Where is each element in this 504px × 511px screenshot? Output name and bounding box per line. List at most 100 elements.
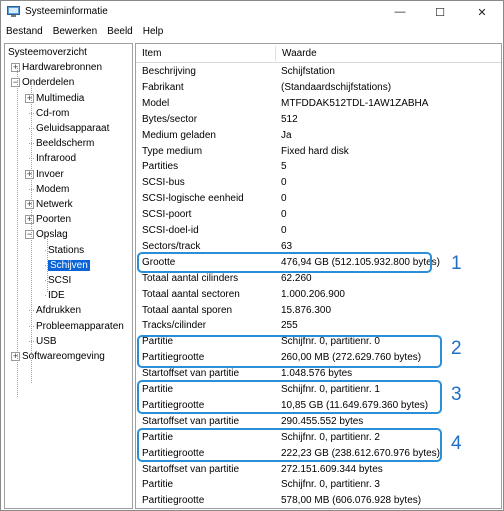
- menu-file[interactable]: Bestand: [1, 24, 48, 40]
- item-value: 5: [281, 161, 287, 173]
- item-value: (Standaardschijfstations): [281, 81, 392, 93]
- tree-item-label: Probleemapparaten: [36, 320, 124, 332]
- list-row[interactable]: SCSI-doel-id 0: [136, 223, 501, 239]
- tree-item-systeemoverzicht[interactable]: Systeemoverzicht: [8, 45, 87, 60]
- list-row[interactable]: Totaal aantal sporen 15.876.300: [136, 303, 501, 319]
- column-header-value[interactable]: Waarde: [276, 44, 317, 63]
- tree-item-label: Geluidsapparaat: [36, 123, 110, 134]
- expand-icon[interactable]: +: [25, 169, 34, 179]
- expand-icon[interactable]: +: [25, 200, 34, 209]
- item-name: SCSI-logische eenheid: [142, 193, 244, 205]
- tree-item-label: Beeldscherm: [36, 138, 95, 150]
- tree-guide-line: [47, 232, 48, 292]
- tree-item-poorten[interactable]: Poorten: [36, 212, 71, 227]
- tree-item-beeldscherm[interactable]: Beeldscherm: [36, 136, 94, 151]
- list-row[interactable]: SCSI-poort 0: [136, 207, 501, 223]
- list-row[interactable]: Bytes/sector 512: [136, 112, 501, 128]
- list-row[interactable]: Partitie Schijfnr. 0, partitienr. 3: [136, 477, 501, 493]
- tree-item-invoer[interactable]: Invoer: [36, 167, 64, 182]
- expand-icon[interactable]: +: [11, 63, 20, 73]
- category-tree[interactable]: Systeemoverzicht + Hardwarebronnen − Onderde…: [4, 43, 133, 509]
- menu-view[interactable]: Beeld: [102, 24, 138, 40]
- expand-icon[interactable]: +: [25, 93, 34, 103]
- tree-item-geluidsapparaat[interactable]: Geluidsapparaat: [36, 121, 109, 136]
- item-value: 272.151.609.344 bytes: [281, 463, 383, 475]
- window-title: Systeeminformatie: [25, 6, 108, 17]
- item-name: Startoffset van partitie: [142, 463, 240, 475]
- list-row[interactable]: Partities 5: [136, 159, 501, 175]
- item-name: Model: [142, 97, 170, 109]
- tree-item-multimedia[interactable]: Multimedia: [36, 91, 84, 106]
- annotation-number-3: 3: [451, 384, 462, 405]
- tree-item-softwareomgeving[interactable]: Softwareomgeving: [22, 349, 105, 364]
- item-name: Totaal aantal sectoren: [142, 288, 240, 300]
- item-value: 512: [281, 113, 298, 125]
- list-row[interactable]: Fabrikant (Standaardschijfstations): [136, 80, 501, 96]
- tree-item-hardwarebronnen[interactable]: Hardwarebronnen: [22, 60, 102, 75]
- list-row[interactable]: Partitiegrootte 578,00 MB (606.076.928 by…: [136, 493, 501, 508]
- tree-item-opslag[interactable]: Opslag: [36, 227, 68, 242]
- tree-item-label: Schijven: [48, 259, 90, 271]
- tree-item-ide[interactable]: IDE: [48, 288, 65, 303]
- item-value: 0: [281, 177, 287, 189]
- tree-item-label: Infrarood: [36, 153, 77, 165]
- tree-item-cd-rom[interactable]: Cd-rom: [36, 106, 69, 121]
- item-value: 0: [281, 193, 287, 205]
- tree-item-label: Softwareomgeving: [22, 351, 105, 362]
- tree-item-probleemapparaten[interactable]: Probleemapparaten: [36, 319, 124, 334]
- item-value: 0: [281, 209, 287, 221]
- list-row[interactable]: SCSI-bus 0: [136, 175, 501, 191]
- item-name: Partities: [142, 161, 179, 173]
- list-row[interactable]: Tracks/cilinder 255: [136, 318, 501, 334]
- tree-item-modem[interactable]: Modem: [36, 182, 69, 197]
- tree-item-label: Opslag: [36, 229, 68, 241]
- expand-icon[interactable]: +: [11, 352, 20, 361]
- item-name: Fabrikant: [142, 81, 184, 93]
- tree-item-schijven[interactable]: Schijven: [48, 258, 90, 273]
- list-row[interactable]: Medium geladen Ja: [136, 128, 501, 144]
- item-name: SCSI-bus: [142, 177, 185, 189]
- menu-help[interactable]: Help: [138, 24, 169, 40]
- list-header: Item Waarde: [136, 44, 501, 63]
- list-row[interactable]: Startoffset van partitie 272.151.609.344 …: [136, 462, 501, 478]
- list-row[interactable]: Totaal aantal cilinders 62.260: [136, 271, 501, 287]
- list-row[interactable]: Totaal aantal sectoren 1.000.206.900: [136, 287, 501, 303]
- tree-item-label: USB: [36, 335, 57, 347]
- tree-item-label: Netwerk: [36, 199, 73, 210]
- tree-item-label: IDE: [48, 290, 65, 302]
- item-name: Tracks/cilinder: [142, 320, 207, 332]
- tree-item-afdrukken[interactable]: Afdrukken: [36, 303, 81, 318]
- menu-edit[interactable]: Bewerken: [48, 24, 102, 40]
- system-information-icon: [7, 6, 20, 17]
- expand-icon[interactable]: +: [25, 215, 34, 225]
- collapse-icon[interactable]: −: [25, 230, 34, 240]
- minimize-button[interactable]: —: [385, 3, 415, 21]
- tree-item-label: SCSI: [48, 275, 72, 286]
- tree-item-scsi[interactable]: SCSI: [48, 273, 71, 288]
- close-button[interactable]: ✕: [467, 3, 497, 21]
- tree-item-usb[interactable]: USB: [36, 334, 57, 349]
- tree-connector: [45, 280, 46, 281]
- list-row[interactable]: Beschrijving Schijfstation: [136, 64, 501, 80]
- item-name: Partitiegrootte: [142, 495, 205, 507]
- item-name: Partitie: [142, 479, 174, 491]
- maximize-button[interactable]: ☐: [425, 3, 455, 21]
- tree-item-label: Modem: [36, 183, 70, 195]
- item-value: Ja: [281, 129, 292, 141]
- tree-guide-line: [31, 81, 32, 383]
- tree-item-stations[interactable]: Stations: [48, 243, 84, 258]
- list-row[interactable]: Type medium Fixed hard disk: [136, 144, 501, 160]
- tree-item-netwerk[interactable]: Netwerk: [36, 197, 73, 212]
- system-information-window: Systeeminformatie — ☐ ✕ Bestand Bewerken…: [0, 0, 504, 511]
- item-name: Totaal aantal cilinders: [142, 272, 239, 284]
- collapse-icon[interactable]: −: [11, 78, 20, 88]
- tree-item-onderdelen[interactable]: Onderdelen: [22, 75, 74, 90]
- list-row[interactable]: SCSI-logische eenheid 0: [136, 191, 501, 207]
- tree-item-label: Systeemoverzicht: [8, 47, 87, 58]
- tree-item-infrarood[interactable]: Infrarood: [36, 151, 76, 166]
- highlight-box-partition-0: [137, 335, 442, 368]
- list-row[interactable]: Model MTFDDAK512TDL-1AW1ZABHA: [136, 96, 501, 112]
- item-name: Totaal aantal sporen: [142, 304, 233, 316]
- item-name: SCSI-poort: [142, 209, 192, 221]
- column-header-item[interactable]: Item: [136, 44, 161, 63]
